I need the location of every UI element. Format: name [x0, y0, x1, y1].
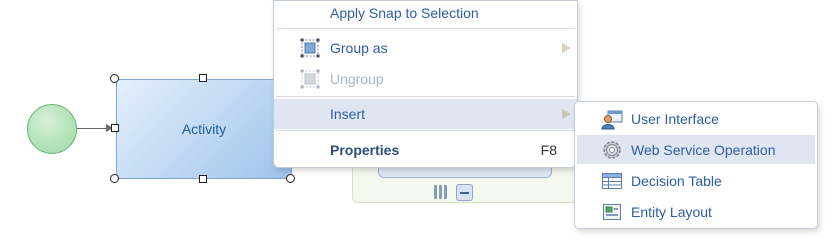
resize-handle-se[interactable] [286, 174, 295, 183]
menu-item-group-as[interactable]: Group as [274, 33, 577, 63]
submenu-item-label: User Interface [631, 110, 719, 127]
context-menu: Apply Snap to Selection Group as Ungroup… [273, 0, 578, 168]
entity-layout-icon [603, 204, 621, 220]
submenu-item-entity-layout[interactable]: Entity Layout [577, 197, 815, 226]
submenu-item-web-service-operation[interactable]: Web Service Operation [577, 135, 815, 164]
start-event[interactable] [27, 104, 77, 154]
submenu-item-decision-table[interactable]: Decision Table [577, 166, 815, 195]
resize-handle-s[interactable] [199, 175, 207, 183]
submenu-item-user-interface[interactable]: User Interface [577, 104, 815, 133]
shortcut-label: F8 [540, 142, 557, 158]
menu-item-insert[interactable]: Insert [274, 99, 577, 129]
process-canvas[interactable]: Activity Apply Snap to Selection Group a… [0, 0, 834, 244]
resize-handle-sw[interactable] [110, 174, 119, 183]
submenu-arrow-icon [562, 43, 570, 53]
menu-item-label: Properties [330, 142, 400, 158]
resize-handle-w[interactable] [111, 124, 119, 132]
menu-item-label: Group as [330, 40, 388, 56]
gear-icon [603, 141, 621, 159]
insert-submenu: User Interface Web Service Operation Dec… [574, 101, 818, 229]
menu-item-label: Insert [330, 106, 366, 122]
submenu-arrow-icon [562, 109, 570, 119]
activity-shape[interactable]: Activity [116, 79, 292, 179]
ungroup-icon [300, 69, 320, 89]
menu-item-label: Apply Snap to Selection [330, 5, 479, 21]
submenu-item-label: Web Service Operation [631, 141, 776, 158]
user-interface-icon [601, 110, 623, 130]
table-icon [602, 173, 622, 189]
submenu-item-label: Entity Layout [631, 203, 712, 220]
menu-item-label: Ungroup [330, 71, 384, 87]
columns-icon[interactable] [434, 185, 448, 199]
menu-item-apply-snap[interactable]: Apply Snap to Selection [274, 0, 577, 28]
menu-separator [276, 130, 575, 131]
activity-label: Activity [181, 121, 227, 137]
resize-handle-nw[interactable] [110, 74, 119, 83]
menu-separator [276, 96, 575, 97]
collapse-button[interactable] [456, 184, 473, 201]
menu-item-ungroup[interactable]: Ungroup [274, 64, 577, 94]
resize-handle-n[interactable] [199, 74, 207, 82]
menu-item-properties[interactable]: Properties F8 [274, 135, 577, 165]
group-icon [300, 38, 320, 58]
menu-separator [276, 28, 575, 29]
submenu-item-label: Decision Table [631, 172, 722, 189]
